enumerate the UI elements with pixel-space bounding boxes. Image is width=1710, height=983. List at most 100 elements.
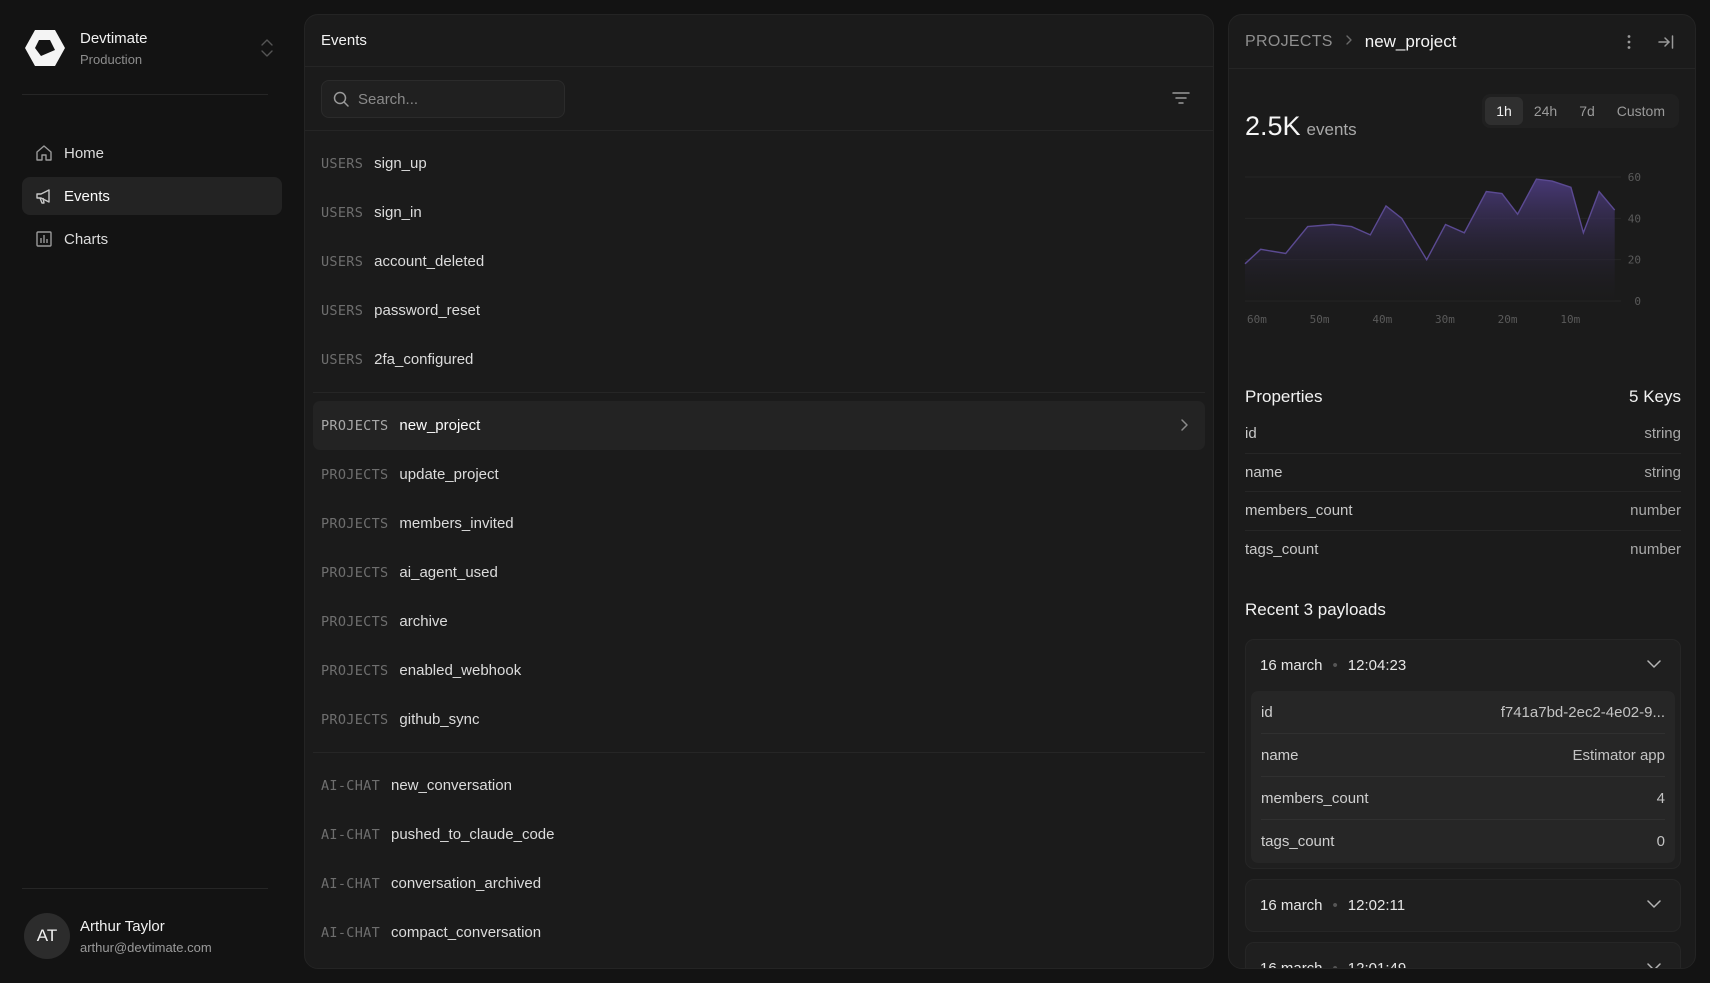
event-group-projects: PROJECTS new_project PROJECTS update_proje… [313,393,1205,753]
workspace-name: Devtimate [80,29,148,47]
payload-field-row: tags_count 0 [1261,820,1665,863]
range-option-24h[interactable]: 24h [1523,97,1568,125]
event-row[interactable]: AI-CHAT new_conversation [313,761,1205,810]
event-category: PROJECTS [321,662,389,679]
range-option-custom[interactable]: Custom [1606,97,1676,125]
event-name: github_sync [399,711,480,728]
event-category: USERS [321,253,364,270]
collapse-panel-icon[interactable] [1657,33,1675,51]
payload-time: 12:01:49 [1347,960,1407,969]
property-row: members_count number [1245,492,1681,531]
properties-list: id string name string members_count number … [1245,415,1681,569]
event-row[interactable]: AI-CHAT conversation_archived [313,859,1205,908]
payload-field-value: 4 [1656,789,1665,807]
payload-header[interactable]: 16 march • 12:02:11 [1246,880,1680,931]
event-row[interactable]: USERS account_deleted [313,237,1205,286]
workspace-switcher[interactable]: Devtimate Production [22,24,276,72]
event-row[interactable]: USERS sign_up [313,139,1205,188]
y-tick-label: 60 [1628,171,1641,184]
chevron-down-icon[interactable] [1646,962,1662,969]
chevron-up-down-icon[interactable] [258,34,276,62]
event-category: AI-CHAT [321,875,380,892]
event-category: USERS [321,204,364,221]
payload-header[interactable]: 16 march • 12:04:23 [1246,640,1680,691]
sidebar: Devtimate Production Home Events Charts … [0,0,298,983]
events-title: Events [305,15,1213,67]
chevron-down-icon[interactable] [1646,659,1662,669]
event-category: PROJECTS [321,711,389,728]
chevron-down-icon[interactable] [1646,899,1662,909]
breadcrumb-root[interactable]: PROJECTS [1245,33,1333,51]
megaphone-icon [36,189,50,204]
search-box[interactable] [321,80,565,118]
event-row[interactable]: PROJECTS update_project [313,450,1205,499]
payload-field-key: members_count [1261,789,1369,807]
event-row[interactable]: AI-CHAT pushed_to_claude_code [313,810,1205,859]
range-option-1h[interactable]: 1h [1485,97,1523,125]
payload-field-value: 0 [1656,833,1665,850]
event-category: AI-CHAT [321,777,380,794]
event-row[interactable]: AI-CHAT compact_conversation [313,908,1205,957]
payload-date: 16 march [1260,657,1323,674]
sidebar-nav: Home Events Charts [22,145,282,263]
chart-area-series [1245,179,1615,301]
range-option-7d[interactable]: 7d [1568,97,1606,125]
sidebar-item-home[interactable]: Home [22,134,282,172]
event-row[interactable]: PROJECTS github_sync [313,695,1205,744]
event-name: pushed_to_claude_code [391,826,555,843]
dot-separator: • [1332,960,1338,969]
event-name: account_deleted [374,253,485,270]
payload-card-expanded: 16 march • 12:04:23 id f741a7bd-2ec2-4e02… [1245,639,1681,869]
sidebar-item-label: Home [64,144,105,162]
property-row: tags_count number [1245,531,1681,570]
events-area-chart: 60m 50m 40m 30m 20m 10m 60 40 20 0 [1244,171,1641,326]
events-toolbar [305,67,1213,131]
property-type: number [1630,502,1681,520]
event-row[interactable]: PROJECTS archive [313,597,1205,646]
event-name: 2fa_configured [374,351,474,368]
event-row[interactable]: USERS 2fa_configured [313,335,1205,384]
x-tick-label: 50m [1310,313,1330,326]
payload-body: id f741a7bd-2ec2-4e02-9... name Estimator … [1251,691,1675,863]
event-name: update_project [399,466,499,483]
chevron-right-icon [1345,33,1353,51]
search-input[interactable] [358,90,548,108]
event-name: password_reset [374,302,481,319]
payload-time: 12:04:23 [1347,657,1407,674]
event-count-unit: events [1306,120,1357,139]
event-group-users: USERS sign_up USERS sign_in USERS account_d… [313,131,1205,393]
breadcrumb-current: new_project [1364,31,1457,51]
more-vertical-icon[interactable] [1621,33,1637,51]
search-icon [333,91,349,107]
filter-icon[interactable] [1171,89,1191,112]
event-category: AI-CHAT [321,924,380,941]
event-row-selected[interactable]: PROJECTS new_project [313,401,1205,450]
dot-separator: • [1332,897,1338,914]
sidebar-divider [22,888,268,889]
sidebar-item-charts[interactable]: Charts [22,220,282,258]
user-name: Arthur Taylor [80,917,165,935]
event-name: ai_agent_used [399,564,498,581]
user-profile[interactable]: AT Arthur Taylor arthur@devtimate.com [24,913,212,959]
x-tick-label: 40m [1372,313,1392,326]
payload-header[interactable]: 16 march • 12:01:49 [1246,943,1680,969]
logo-icon [22,25,68,71]
sidebar-item-events[interactable]: Events [22,177,282,215]
event-category: PROJECTS [321,515,389,532]
payload-field-key: tags_count [1261,833,1335,850]
event-name: compact_conversation [391,924,542,941]
payload-field-key: name [1261,746,1299,764]
events-panel: Events USERS sign_up USERS sign_in USERS ac… [304,14,1214,969]
property-type: string [1644,463,1681,481]
event-row[interactable]: PROJECTS enabled_webhook [313,646,1205,695]
event-name: new_conversation [391,777,512,794]
event-category: USERS [321,302,364,319]
payload-field-row: id f741a7bd-2ec2-4e02-9... [1261,691,1665,734]
event-row[interactable]: PROJECTS ai_agent_used [313,548,1205,597]
event-category: PROJECTS [321,466,389,483]
event-row[interactable]: PROJECTS members_invited [313,499,1205,548]
sidebar-item-label: Events [64,187,110,205]
event-row[interactable]: USERS password_reset [313,286,1205,335]
x-tick-label: 60m [1247,313,1267,326]
event-row[interactable]: USERS sign_in [313,188,1205,237]
